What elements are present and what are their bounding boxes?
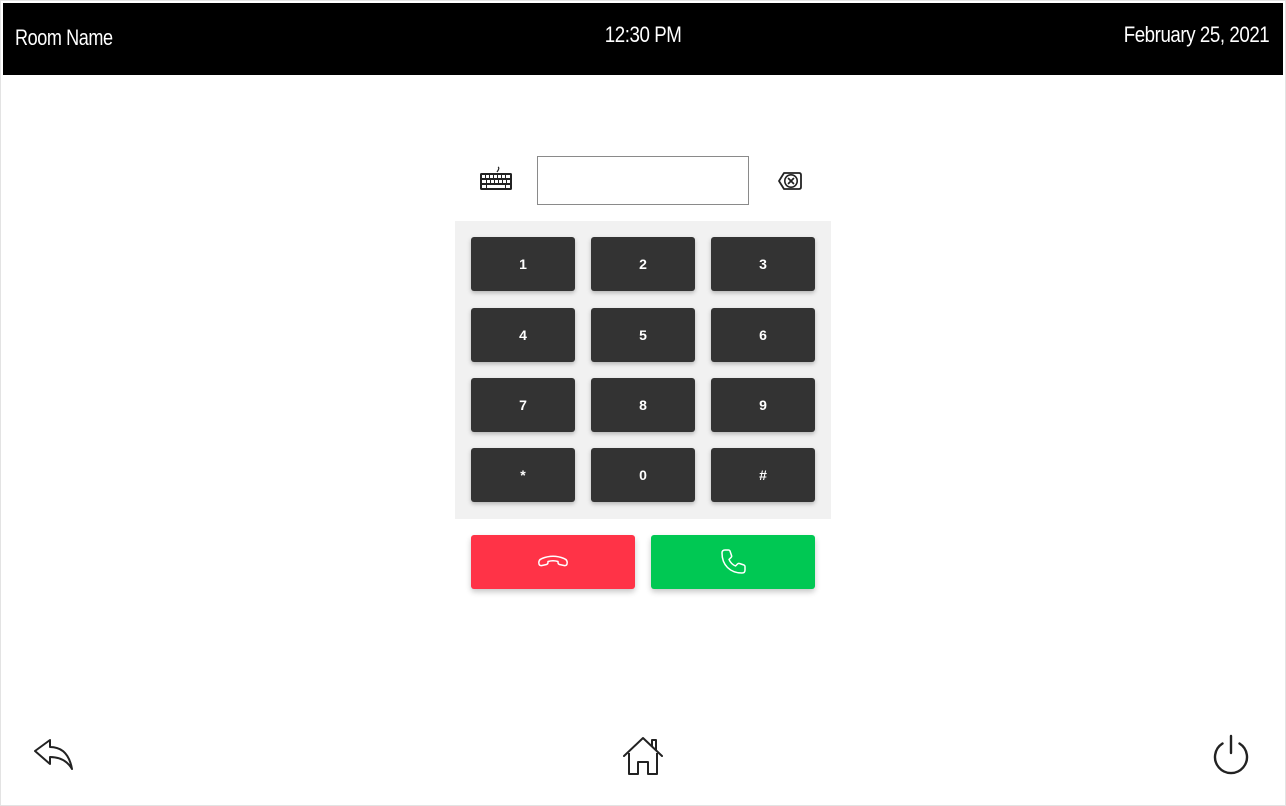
dial-number-input[interactable]: [537, 156, 749, 205]
backspace-icon[interactable]: [777, 169, 803, 193]
home-icon[interactable]: [621, 734, 665, 778]
key-8[interactable]: 8: [591, 378, 695, 432]
phone-call-icon: [721, 549, 746, 574]
key-hash[interactable]: #: [711, 448, 815, 502]
key-9[interactable]: 9: [711, 378, 815, 432]
phone-hangup-icon: [538, 555, 568, 567]
hangup-button[interactable]: [471, 535, 635, 589]
key-1[interactable]: 1: [471, 237, 575, 291]
call-button[interactable]: [651, 535, 815, 589]
key-7[interactable]: 7: [471, 378, 575, 432]
dial-keypad: 1 2 3 4 5 6 7 8 9 * 0 #: [455, 221, 831, 519]
key-5[interactable]: 5: [591, 308, 695, 362]
header-bar: Room Name 12:30 PM February 25, 2021: [3, 3, 1283, 75]
key-2[interactable]: 2: [591, 237, 695, 291]
touch-panel-screen: Room Name 12:30 PM February 25, 2021 1 2…: [0, 0, 1286, 806]
clock-time: 12:30 PM: [3, 22, 1283, 48]
key-0[interactable]: 0: [591, 448, 695, 502]
current-date: February 25, 2021: [1123, 22, 1269, 47]
back-arrow-icon[interactable]: [32, 737, 76, 773]
key-6[interactable]: 6: [711, 308, 815, 362]
clock-time-text: 12:30 PM: [604, 22, 682, 47]
key-3[interactable]: 3: [711, 237, 815, 291]
key-4[interactable]: 4: [471, 308, 575, 362]
keyboard-icon[interactable]: [479, 166, 513, 192]
key-star[interactable]: *: [471, 448, 575, 502]
power-icon[interactable]: [1210, 733, 1252, 777]
